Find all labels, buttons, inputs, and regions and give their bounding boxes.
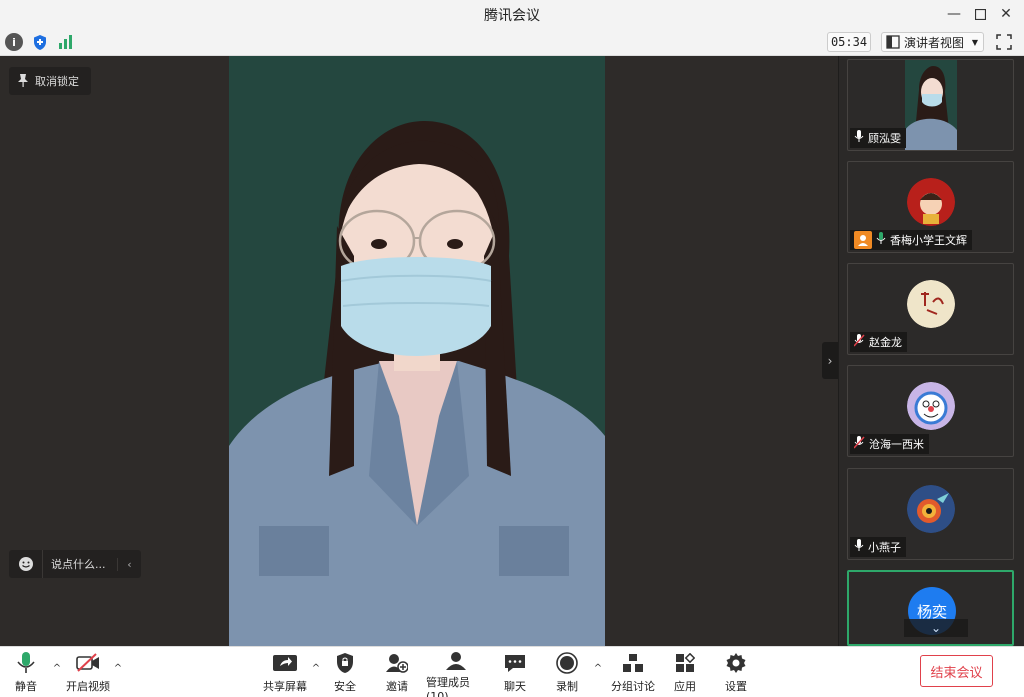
share-screen-icon [273,651,297,675]
emoji-icon[interactable] [9,550,43,578]
invite-label: 邀请 [386,680,408,693]
apps-label: 应用 [674,680,696,693]
record-options-caret[interactable]: ^ [592,663,604,675]
scroll-down-button[interactable]: ⌄ [904,619,968,637]
avatar [907,280,955,328]
participant-name: 香梅小学王文辉 [890,234,967,247]
participant-tile[interactable]: 赵金龙 [847,263,1014,355]
mute-label: 静音 [15,680,37,693]
avatar [907,178,955,226]
bottom-toolbar: 静音 ^ 开启视频 ^ 共享屏幕 ^ 安全 邀请 管理成员(10) 聊天 录制 … [0,646,1024,697]
participant-name: 赵金龙 [869,336,902,349]
security-button[interactable]: 安全 [333,651,357,695]
info-icon[interactable]: i [5,33,23,51]
video-label: 开启视频 [66,680,110,693]
camera-off-icon [76,651,100,675]
view-mode-label: 演讲者视图 [904,35,965,50]
chat-bubble-icon [503,651,527,675]
view-mode-dropdown[interactable]: 演讲者视图 ▼ [881,32,984,52]
participant-name: 沧海一西米 [869,438,924,451]
title-bar: 腾讯会议 — ✕ [0,0,1024,28]
microphone-icon [876,232,886,248]
breakout-rooms-icon [621,651,645,675]
add-user-icon [385,651,409,675]
participant-tile[interactable]: 小燕子 [847,468,1014,560]
record-label: 录制 [556,680,578,693]
fullscreen-icon[interactable] [996,34,1012,50]
avatar [907,382,955,430]
participant-name-tag: 沧海一西米 [850,434,929,454]
end-meeting-button[interactable]: 结束会议 [920,655,993,687]
participant-name: 顾泓雯 [868,132,901,145]
chevron-down-icon: ▼ [971,37,978,47]
chat-label: 聊天 [504,680,526,693]
chat-input-box[interactable]: 说点什么... ‹ [9,550,141,578]
main-stage: 取消锁定 说点什么... ‹ [0,56,838,646]
meeting-timer: 05:34 [827,32,871,52]
apps-button[interactable]: 应用 [673,651,697,695]
speaker-video [229,56,605,646]
participant-name-tag: 顾泓雯 [850,128,906,148]
share-screen-button[interactable]: 共享屏幕 [263,651,307,695]
meeting-window: 腾讯会议 — ✕ i 05:34 演讲者视图 ▼ 取消锁定 说点什么... ‹ … [0,0,1024,697]
mute-options-caret[interactable]: ^ [51,663,63,675]
participant-name-tag: 小燕子 [850,537,906,557]
unlock-label: 取消锁定 [35,75,79,88]
participant-name: 小燕子 [868,541,901,554]
participant-tile[interactable]: 香梅小学王文辉 [847,161,1014,253]
info-bar: i 05:34 演讲者视图 ▼ [0,28,1024,56]
participant-video-thumbnail [905,60,957,150]
microphone-icon [854,130,864,146]
close-icon[interactable]: ✕ [996,4,1016,24]
microphone-icon [14,651,38,675]
pin-icon [17,73,29,90]
signal-icon[interactable] [57,33,75,51]
video-options-caret[interactable]: ^ [112,663,124,675]
chevron-left-icon[interactable]: ‹ [117,557,141,571]
security-shield-icon [333,651,357,675]
record-button[interactable]: 录制 [555,651,579,695]
manage-members-button[interactable]: 管理成员(10) [426,651,486,697]
participant-tile-active[interactable]: 杨奕 ⌄ [847,570,1014,646]
members-label: 管理成员(10) [426,676,470,697]
security-label: 安全 [334,680,356,693]
participant-tile[interactable]: 顾泓雯 [847,59,1014,151]
participant-tile[interactable]: 沧海一西米 [847,365,1014,457]
share-options-caret[interactable]: ^ [310,663,322,675]
maximize-icon[interactable] [970,4,990,24]
unlock-button[interactable]: 取消锁定 [9,67,91,95]
shield-icon[interactable] [31,33,49,51]
avatar [907,485,955,533]
gear-icon [724,651,748,675]
microphone-muted-icon [853,436,865,452]
microphone-muted-icon [853,334,865,350]
record-icon [555,651,579,675]
chevron-right-icon: › [827,353,833,368]
chevron-down-icon: ⌄ [930,621,942,635]
breakout-rooms-button[interactable]: 分组讨论 [611,651,655,695]
layout-icon [886,35,900,49]
start-video-button[interactable]: 开启视频 [65,651,111,695]
share-label: 共享屏幕 [263,680,307,693]
invite-button[interactable]: 邀请 [385,651,409,695]
window-title: 腾讯会议 [484,8,540,24]
mute-button[interactable]: 静音 [12,651,40,695]
collapse-sidebar-button[interactable]: › [822,342,838,379]
settings-button[interactable]: 设置 [724,651,748,695]
microphone-icon [854,539,864,555]
minimize-icon[interactable]: — [944,4,964,24]
apps-grid-icon [673,651,697,675]
breakout-label: 分组讨论 [611,680,655,693]
participant-name-tag: 香梅小学王文辉 [850,230,972,250]
chat-button[interactable]: 聊天 [503,651,527,695]
chat-placeholder: 说点什么... [51,558,106,571]
host-badge-icon [854,231,872,249]
participant-name-tag: 赵金龙 [850,332,907,352]
speaker-portrait [229,56,605,646]
settings-label: 设置 [725,680,747,693]
members-icon [444,651,468,671]
